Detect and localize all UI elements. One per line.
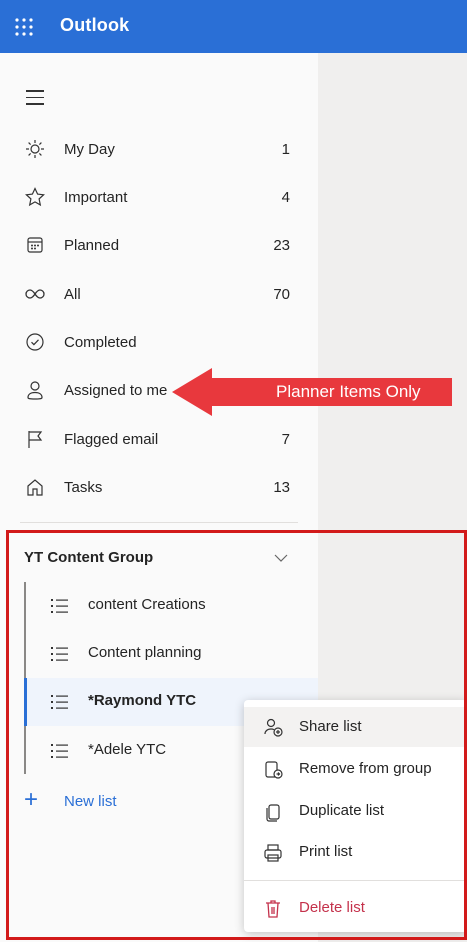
nav-label: Flagged email [64, 431, 159, 448]
infinity-icon [25, 289, 45, 299]
nav-item-completed[interactable]: Completed [0, 319, 318, 367]
top-bar: Outlook [0, 0, 467, 53]
nav-label: All [64, 286, 81, 303]
person-icon [27, 381, 43, 400]
nav-label: Tasks [64, 479, 103, 496]
annotation-highlight-box [6, 530, 467, 940]
star-icon [25, 187, 45, 207]
flag-icon [28, 431, 43, 448]
nav-count: 4 [281, 189, 290, 206]
divider [20, 522, 298, 523]
hamburger-menu-icon[interactable] [26, 90, 44, 105]
nav-count: 23 [273, 237, 290, 254]
check-circle-icon [26, 333, 44, 351]
nav-count: 70 [273, 286, 290, 303]
calendar-icon [27, 237, 43, 253]
nav-item-tasks[interactable]: Tasks 13 [0, 464, 318, 512]
home-icon [27, 479, 43, 496]
app-title[interactable]: Outlook [60, 15, 129, 36]
nav-item-all[interactable]: All 70 [0, 271, 318, 319]
nav-label: Completed [64, 334, 137, 351]
nav-label: Important [64, 189, 128, 206]
nav-item-planned[interactable]: Planned 23 [0, 222, 318, 270]
nav-item-my-day[interactable]: My Day 1 [0, 126, 318, 174]
nav-count: 1 [281, 141, 290, 158]
nav-label: My Day [64, 141, 115, 158]
nav-count: 7 [281, 431, 290, 448]
annotation-text: Planner Items Only [276, 382, 421, 401]
waffle-icon[interactable] [14, 17, 34, 37]
nav-label: Planned [64, 237, 120, 254]
nav-count: 13 [273, 479, 290, 496]
nav-label: Assigned to me [64, 382, 168, 399]
sun-icon [26, 140, 44, 158]
nav-item-flagged-email[interactable]: Flagged email 7 [0, 416, 318, 464]
nav-item-important[interactable]: Important 4 [0, 174, 318, 222]
